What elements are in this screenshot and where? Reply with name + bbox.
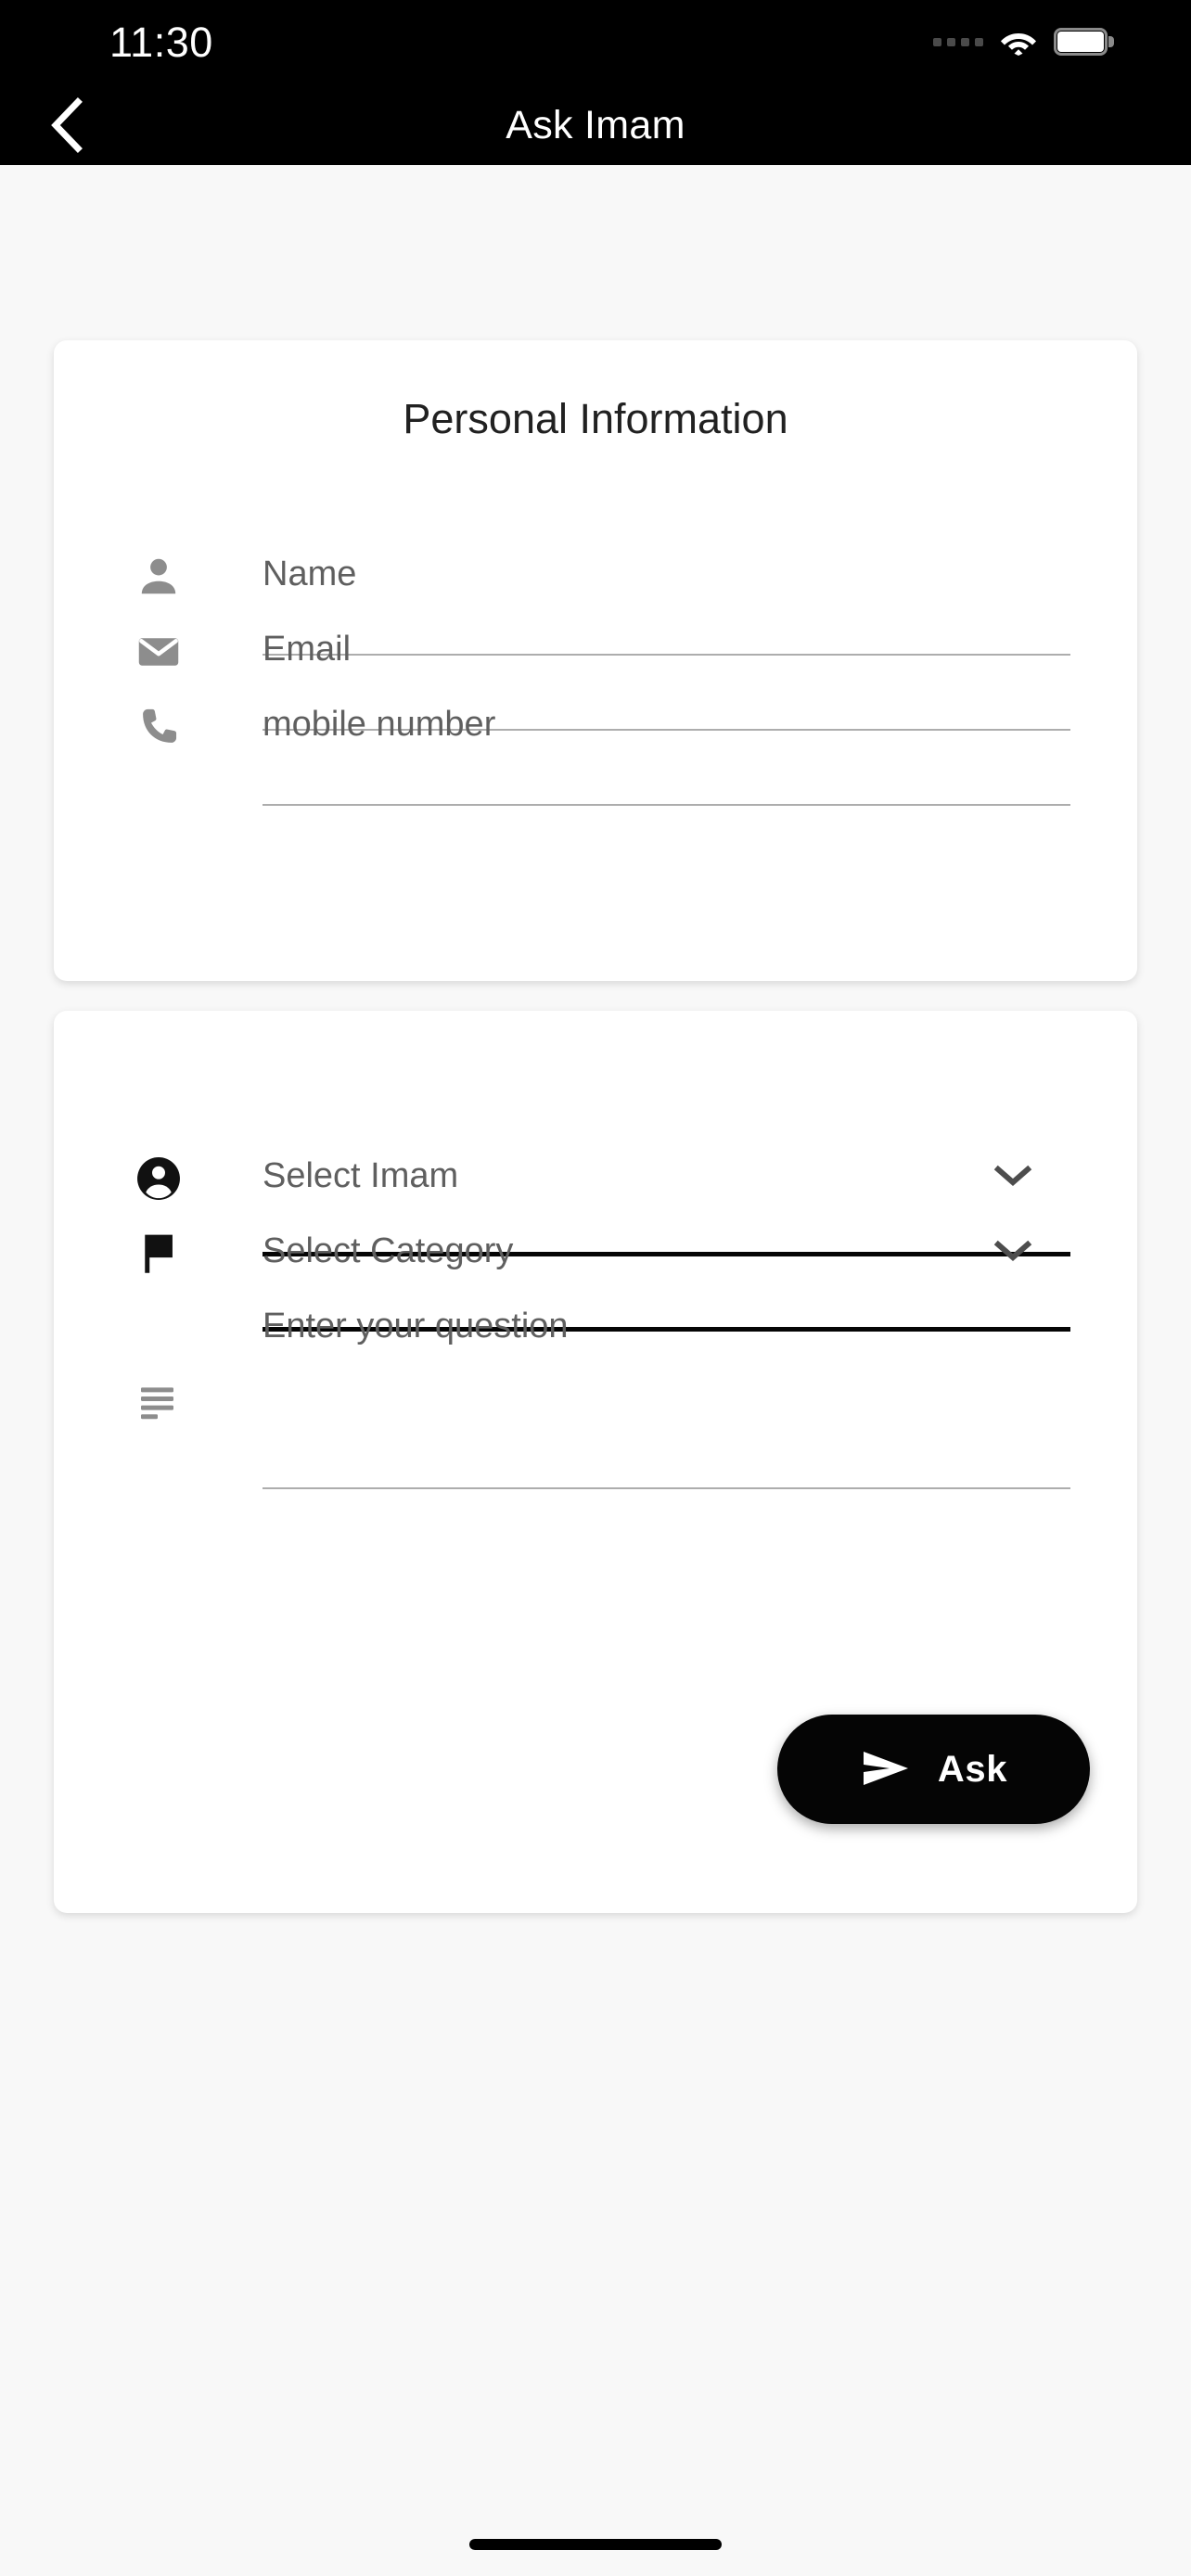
send-icon	[860, 1747, 914, 1792]
email-placeholder: Email	[263, 630, 352, 669]
email-icon	[130, 623, 187, 681]
name-placeholder: Name	[263, 555, 357, 593]
mobile-number-input[interactable]: mobile number	[263, 698, 1070, 750]
phone-icon	[130, 698, 187, 756]
ask-button[interactable]: Ask	[777, 1715, 1090, 1824]
signal-dots-icon	[933, 37, 983, 46]
select-imam-placeholder: Select Imam	[263, 1156, 459, 1195]
question-underline	[263, 1487, 1070, 1489]
app-bar: Ask Imam	[0, 85, 1191, 165]
select-category-placeholder: Select Category	[263, 1231, 514, 1270]
ask-button-label: Ask	[937, 1748, 1008, 1790]
personal-information-title: Personal Information	[403, 395, 788, 442]
personal-information-card: Personal Information Name Email mobile n…	[54, 340, 1137, 981]
chevron-down-icon[interactable]	[992, 1155, 1033, 1196]
person-icon	[130, 548, 187, 606]
chevron-down-icon[interactable]	[992, 1231, 1033, 1271]
notes-icon	[130, 1380, 187, 1437]
status-bar: 11:30	[0, 0, 1191, 85]
mobile-number-placeholder: mobile number	[263, 705, 496, 744]
name-input[interactable]: Name	[263, 548, 1070, 600]
home-indicator[interactable]	[469, 2539, 722, 2550]
question-placeholder: Enter your question	[263, 1307, 569, 1345]
select-category-dropdown[interactable]: Select Category	[263, 1225, 1070, 1277]
phone-screen: 11:30 Ask Imam Personal Information Name…	[0, 0, 1191, 2576]
flag-icon	[130, 1225, 187, 1282]
status-time: 11:30	[109, 19, 213, 66]
question-card: Select Imam Select Category Enter your q…	[54, 1011, 1137, 1913]
select-imam-dropdown[interactable]: Select Imam	[263, 1150, 1070, 1202]
account-circle-icon	[130, 1150, 187, 1207]
page-title: Ask Imam	[506, 102, 685, 147]
wifi-icon	[1000, 28, 1037, 56]
email-input[interactable]: Email	[263, 623, 1070, 675]
battery-full-icon	[1054, 28, 1114, 56]
status-icons	[933, 28, 1114, 56]
mobile-number-underline	[263, 804, 1070, 806]
